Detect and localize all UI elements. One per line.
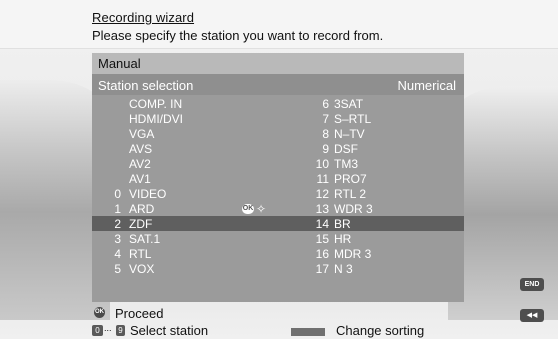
channel-item[interactable]: 6 3SAT <box>298 97 438 112</box>
channel-item[interactable]: 14 BR <box>298 217 438 232</box>
end-button[interactable]: END <box>520 278 544 291</box>
station-selection-bar: Station selection Numerical <box>92 74 464 95</box>
wizard-title: Recording wizard <box>92 10 195 25</box>
mode-label: Manual <box>98 56 141 71</box>
key-0-icon: 0 <box>92 325 103 336</box>
station-selection-panel: Manual Station selection Numerical COMP.… <box>92 53 464 302</box>
channel-item-selected[interactable]: 1 ARD <box>106 202 246 217</box>
channel-item[interactable]: 4 RTL <box>106 247 246 262</box>
channel-item[interactable]: 5 VOX <box>106 262 246 277</box>
wizard-header: Recording wizard Please specify the stat… <box>0 0 558 49</box>
channel-item[interactable]: 3 SAT.1 <box>106 232 246 247</box>
channel-item[interactable]: HDMI/DVI <box>106 112 246 127</box>
channel-item[interactable]: 9 DSF <box>298 142 438 157</box>
channel-item[interactable]: 17 N 3 <box>298 262 438 277</box>
change-sorting-label[interactable]: Change sorting <box>336 323 424 338</box>
back-button[interactable]: ◀◀ <box>520 309 544 322</box>
station-selection-title: Station selection <box>98 78 194 93</box>
key-9-icon: 9 <box>116 325 125 336</box>
channel-item[interactable]: AV1 <box>106 172 246 187</box>
wizard-subtitle: Please specify the station you want to r… <box>92 28 384 43</box>
navigate-arrows-icon: ✧ <box>256 202 267 216</box>
mode-header: Manual <box>92 53 464 74</box>
channel-item[interactable]: 7 S–RTL <box>298 112 438 127</box>
channel-item[interactable]: 13 WDR 3 <box>298 202 438 217</box>
channel-item[interactable]: 11 PRO7 <box>298 172 438 187</box>
sorting-mode-label[interactable]: Numerical <box>397 78 456 93</box>
select-station-label[interactable]: Select station <box>130 323 208 338</box>
channel-item[interactable]: AV2 <box>106 157 246 172</box>
proceed-label[interactable]: Proceed <box>115 306 163 321</box>
channel-item[interactable]: VGA <box>106 127 246 142</box>
channel-item[interactable]: 10 TM3 <box>298 157 438 172</box>
channel-item[interactable]: 16 MDR 3 <box>298 247 438 262</box>
channel-item[interactable]: COMP. IN <box>106 97 246 112</box>
channel-item[interactable]: 8 N–TV <box>298 127 438 142</box>
channel-item[interactable]: 2 ZDF <box>106 217 246 232</box>
channel-item[interactable]: 15 HR <box>298 232 438 247</box>
ok-key-icon: OK <box>94 307 105 318</box>
key-range-dots: ... <box>104 323 112 333</box>
channel-item[interactable]: 0 VIDEO <box>106 187 246 202</box>
channel-item[interactable]: 12 RTL 2 <box>298 187 438 202</box>
channel-item[interactable]: AVS <box>106 142 246 157</box>
grey-key-icon <box>291 328 325 336</box>
ok-badge-icon: OK <box>242 204 254 214</box>
